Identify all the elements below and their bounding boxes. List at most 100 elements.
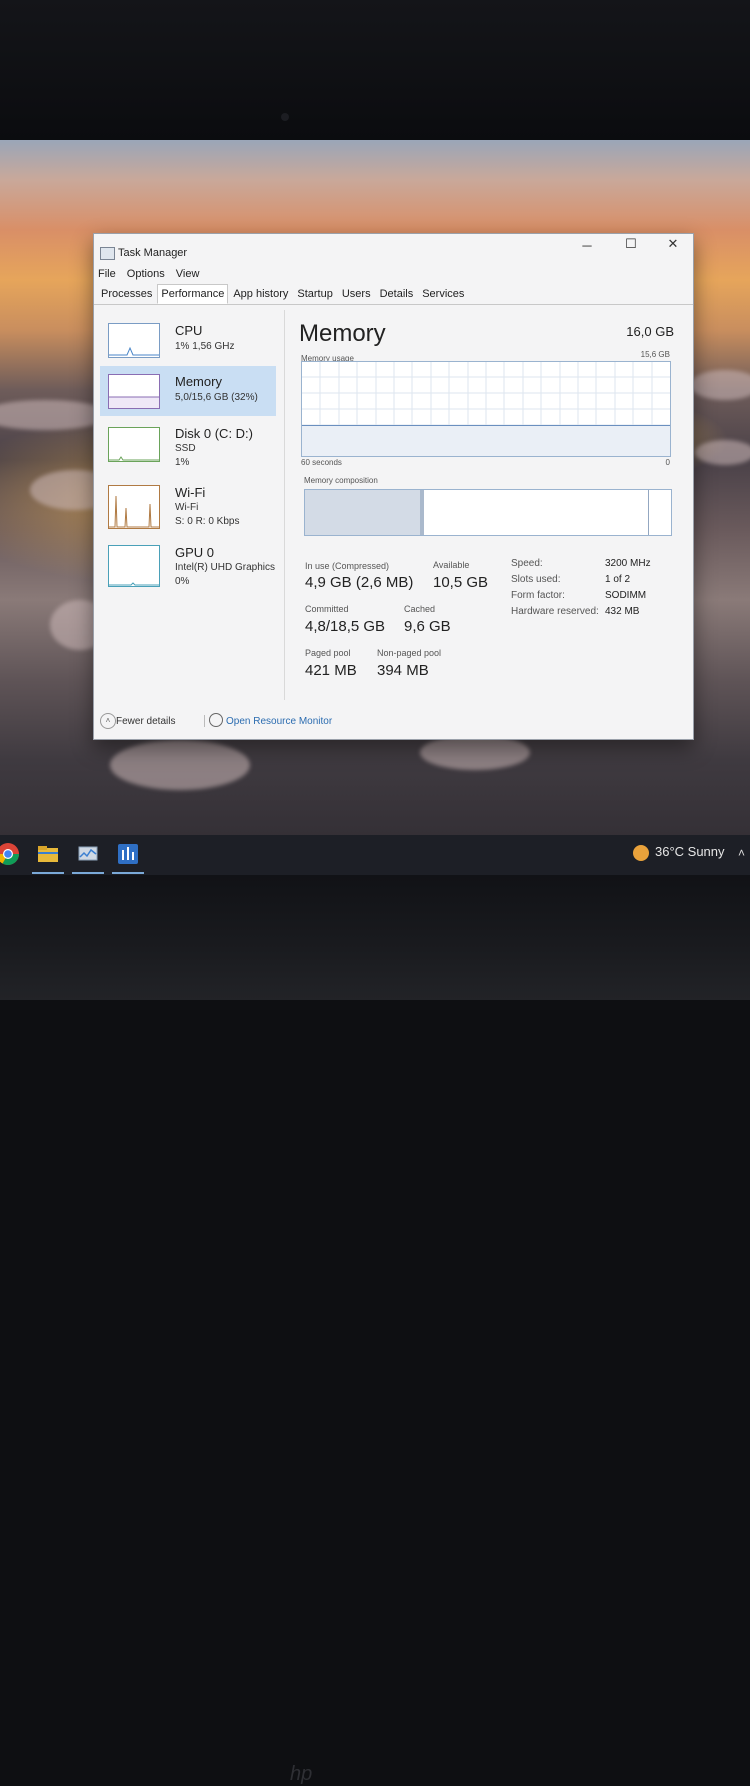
form-factor-label: Form factor: xyxy=(511,590,565,601)
weather-widget[interactable]: 36°C Sunny xyxy=(633,844,725,861)
wallpaper-rock xyxy=(690,370,750,400)
paged-pool-value: 421 MB xyxy=(305,662,357,679)
available-value: 10,5 GB xyxy=(433,574,489,591)
window-title: Task Manager xyxy=(118,247,188,259)
non-paged-pool-value: 394 MB xyxy=(377,662,429,679)
chevron-up-icon[interactable]: ˄ xyxy=(738,846,745,860)
memory-composition-bar xyxy=(304,489,672,536)
weather-text: 36°C Sunny xyxy=(655,844,725,859)
cached-label: Cached xyxy=(404,604,436,614)
speed-value: 3200 MHz xyxy=(605,558,651,569)
tab-startup[interactable]: Startup xyxy=(293,284,336,304)
menu-file[interactable]: File xyxy=(98,268,116,280)
sidebar-item-sub: 5,0/15,6 GB (32%) xyxy=(175,392,258,403)
wifi-sparkline xyxy=(109,495,159,528)
webcam xyxy=(281,113,289,121)
sidebar-item-label: CPU xyxy=(175,323,203,338)
minimize-icon[interactable]: ─ xyxy=(572,238,602,253)
committed-label: Committed xyxy=(305,604,349,614)
graph-time-label: 60 seconds xyxy=(301,458,342,467)
performance-sidebar: CPU 1% 1,56 GHz Memory 5,0/15,6 GB (32%)… xyxy=(94,305,284,705)
sun-icon xyxy=(633,844,649,861)
pane-divider xyxy=(284,310,285,700)
sidebar-item-wifi[interactable]: Wi-Fi Wi-Fi S: 0 R: 0 Kbps xyxy=(100,481,276,533)
menu-bar: File Options View xyxy=(98,268,207,280)
resource-monitor-icon xyxy=(209,713,223,727)
open-resource-monitor-link[interactable]: Open Resource Monitor xyxy=(226,716,332,727)
sidebar-item-label: GPU 0 xyxy=(175,545,215,560)
disk-mini-graph xyxy=(108,427,160,462)
hardware-reserved-label: Hardware reserved: xyxy=(511,606,599,617)
composition-standby-divider xyxy=(648,490,649,535)
hardware-reserved-value: 432 MB xyxy=(605,606,640,617)
close-icon[interactable]: ✕ xyxy=(658,236,688,252)
memory-mini-graph xyxy=(108,374,160,409)
menu-view[interactable]: View xyxy=(176,268,200,280)
menu-options[interactable]: Options xyxy=(127,268,165,280)
sidebar-item-sub: Intel(R) UHD Graphics xyxy=(175,562,276,573)
paged-pool-label: Paged pool xyxy=(305,648,351,658)
tab-app-history[interactable]: App history xyxy=(229,284,292,304)
fewer-details-button[interactable]: Fewer details xyxy=(116,716,175,727)
maximize-icon[interactable]: ☐ xyxy=(616,236,646,252)
graph-zero-label: 0 xyxy=(665,458,670,467)
composition-modified xyxy=(420,490,424,535)
memory-usage-graph xyxy=(301,361,671,457)
form-factor-value: SODIMM xyxy=(605,590,647,601)
memory-sparkline xyxy=(109,396,159,408)
laptop-bezel-top xyxy=(0,0,750,140)
task-manager-app-icon xyxy=(100,247,115,260)
sidebar-item-sub: Wi-Fi xyxy=(175,502,199,513)
sidebar-item-sub2: S: 0 R: 0 Kbps xyxy=(175,516,240,527)
in-use-label: In use (Compressed) xyxy=(305,561,390,571)
memory-panel: Memory 16,0 GB Memory usage 15,6 GB 60 s… xyxy=(299,314,684,704)
title-bar[interactable]: Task Manager ─ ☐ ✕ xyxy=(94,234,693,262)
cpu-mini-graph xyxy=(108,323,160,358)
gpu-sparkline xyxy=(109,582,159,586)
taskbar-indicator xyxy=(72,872,104,874)
total-memory: 16,0 GB xyxy=(626,324,674,339)
slots-used-value: 1 of 2 xyxy=(605,574,631,585)
hp-logo: hp xyxy=(290,1763,313,1785)
taskbar-indicator xyxy=(112,872,144,874)
app-icon[interactable] xyxy=(116,842,140,866)
task-manager-taskbar-icon[interactable] xyxy=(76,842,100,866)
cached-value: 9,6 GB xyxy=(404,618,451,635)
speed-label: Speed: xyxy=(511,558,543,569)
sidebar-item-cpu[interactable]: CPU 1% 1,56 GHz xyxy=(100,319,276,369)
gpu-mini-graph xyxy=(108,545,160,587)
tab-services[interactable]: Services xyxy=(418,284,468,304)
disk-sparkline xyxy=(109,456,159,461)
memory-usage-fill xyxy=(302,424,670,456)
tab-performance[interactable]: Performance xyxy=(157,284,229,304)
panel-title: Memory xyxy=(299,320,386,347)
chevron-up-icon[interactable]: ˄ xyxy=(100,713,116,729)
task-manager-window: Task Manager ─ ☐ ✕ File Options View Pro… xyxy=(93,233,694,740)
available-label: Available xyxy=(433,560,470,570)
non-paged-pool-label: Non-paged pool xyxy=(377,648,442,658)
wifi-mini-graph xyxy=(108,485,160,529)
sidebar-item-sub: 1% 1,56 GHz xyxy=(175,341,235,352)
sidebar-item-memory[interactable]: Memory 5,0/15,6 GB (32%) xyxy=(100,366,276,416)
memory-composition-label: Memory composition xyxy=(304,476,378,485)
wallpaper-rock xyxy=(420,735,530,770)
chrome-icon[interactable] xyxy=(0,842,20,866)
slots-used-label: Slots used: xyxy=(511,574,561,585)
sidebar-item-disk[interactable]: Disk 0 (C: D:) SSD 1% xyxy=(100,423,276,475)
wallpaper-rock xyxy=(695,440,750,465)
in-use-value: 4,9 GB (2,6 MB) xyxy=(305,574,414,591)
window-footer: ˄ Fewer details Open Resource Monitor xyxy=(94,710,693,738)
sidebar-item-label: Memory xyxy=(175,374,222,389)
composition-in-use xyxy=(305,490,422,535)
graph-max-label: 15,6 GB xyxy=(640,350,670,359)
sidebar-item-gpu[interactable]: GPU 0 Intel(R) UHD Graphics 0% xyxy=(100,541,276,593)
wallpaper-rock xyxy=(110,740,250,790)
tab-details[interactable]: Details xyxy=(376,284,418,304)
laptop-bezel-bottom: hp xyxy=(0,875,750,1785)
file-explorer-icon[interactable] xyxy=(36,842,60,866)
tab-processes[interactable]: Processes xyxy=(97,284,156,304)
tab-users[interactable]: Users xyxy=(338,284,375,304)
cpu-sparkline xyxy=(109,346,159,356)
sidebar-item-sub2: 0% xyxy=(175,576,190,587)
sidebar-item-label: Disk 0 (C: D:) xyxy=(175,426,253,441)
